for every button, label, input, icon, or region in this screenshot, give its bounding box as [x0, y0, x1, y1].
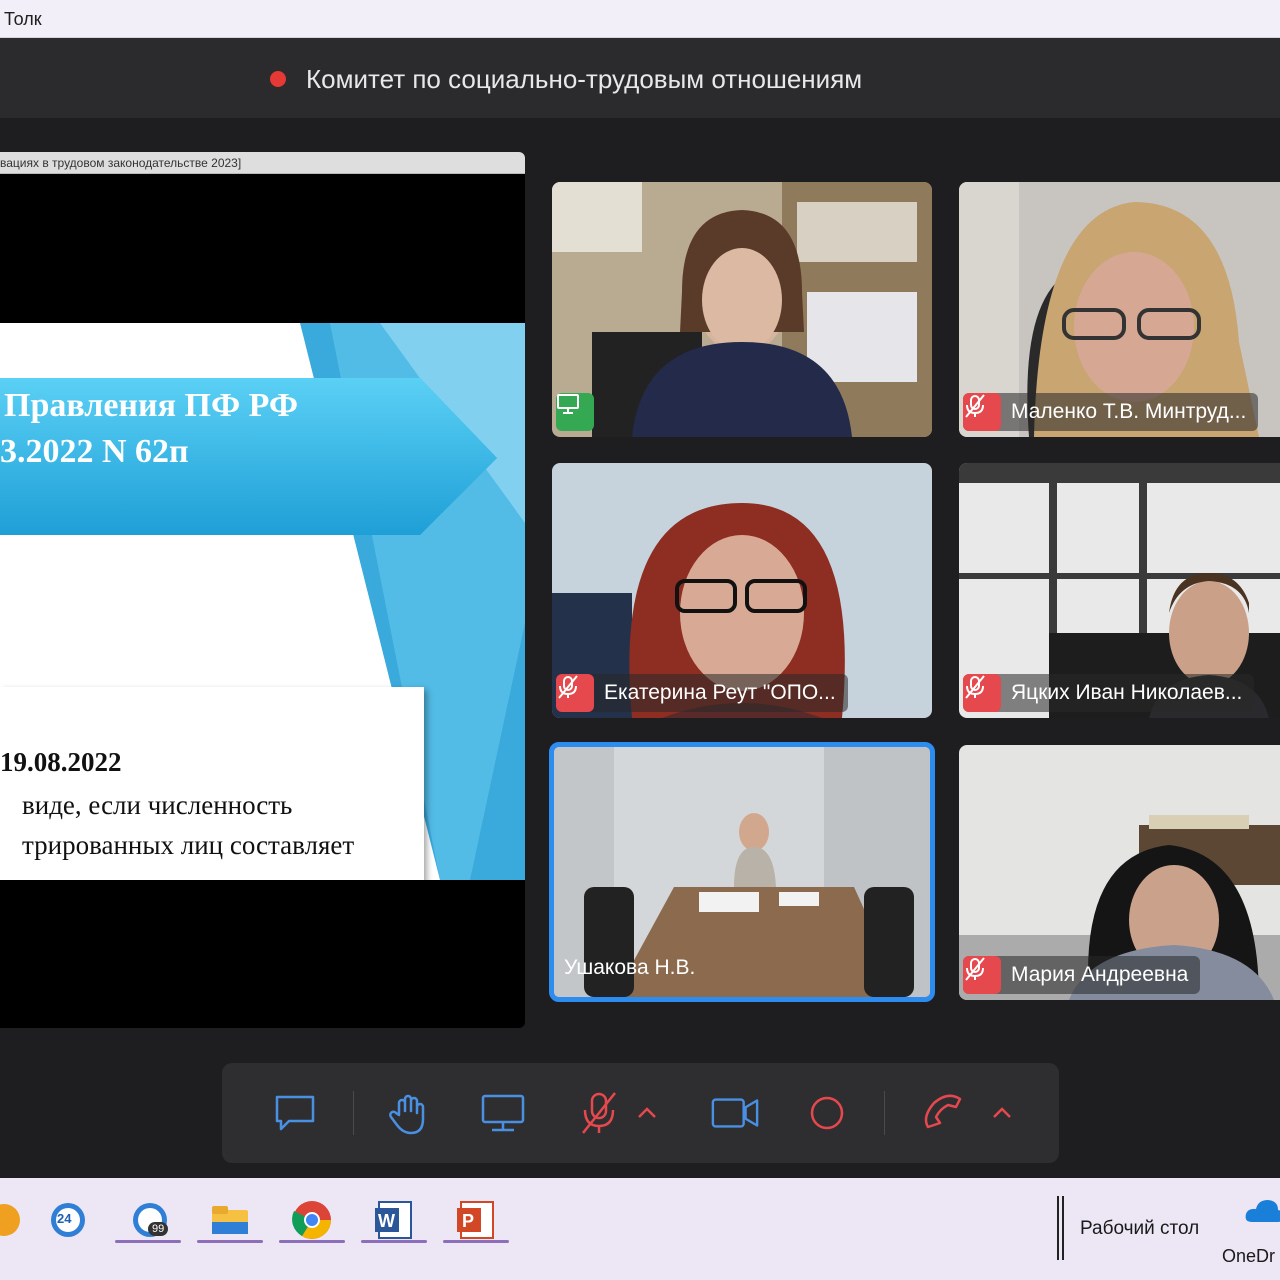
participant-name: Мария Андреевна: [1011, 963, 1189, 986]
mic-off-icon: [963, 393, 1001, 431]
slide-text-line1: 19.08.2022: [0, 747, 122, 777]
recording-indicator-icon: [270, 71, 286, 87]
presentation-slide: Правления ПФ РФ 3.2022 N 62п 19.08.2022 …: [0, 323, 525, 880]
svg-text:P: P: [462, 1211, 474, 1231]
microphone-options-button[interactable]: [632, 1088, 662, 1138]
call-toolbar: [222, 1063, 1059, 1163]
active-app-indicator: [361, 1240, 427, 1243]
slide-heading-line1: Правления ПФ РФ: [4, 387, 299, 424]
window-title: Толк: [4, 9, 42, 29]
participant-name: Яцких Иван Николаев...: [1011, 681, 1243, 704]
chevron-up-icon: [638, 1107, 656, 1118]
participant-tile-active[interactable]: Ушакова Н.В.: [549, 742, 935, 1002]
chevron-up-icon: [993, 1107, 1011, 1118]
notification-badge: 99: [148, 1222, 169, 1236]
raise-hand-button[interactable]: [384, 1088, 434, 1138]
screen-share-icon: [556, 393, 594, 431]
powerpoint-icon: P: [457, 1201, 494, 1239]
end-call-options-button[interactable]: [987, 1088, 1017, 1138]
active-app-indicator: [115, 1240, 181, 1243]
meeting-title: Комитет по социально-трудовым отношениям: [306, 64, 863, 94]
chat-button[interactable]: [270, 1088, 320, 1138]
active-app-indicator: [279, 1240, 345, 1243]
record-icon: [810, 1096, 844, 1130]
taskbar-app-24[interactable]: 24: [40, 1192, 96, 1248]
shared-window-title: вациях в трудовом законодательстве 2023]: [0, 156, 242, 170]
onedrive-icon[interactable]: [1244, 1196, 1280, 1231]
shared-screen[interactable]: вациях в трудовом законодательстве 2023]…: [0, 152, 525, 1028]
camera-button[interactable]: [710, 1088, 760, 1138]
desktop-toolbar-label[interactable]: Рабочий стол: [1080, 1218, 1199, 1240]
mic-off-icon: [963, 674, 1001, 712]
screen-share-icon: [481, 1094, 525, 1132]
raise-hand-icon: [389, 1094, 425, 1135]
participant-tile[interactable]: [552, 182, 932, 437]
active-app-indicator: [197, 1240, 263, 1243]
onedrive-label[interactable]: OneDr: [1222, 1246, 1275, 1267]
badge-24: 24: [57, 1211, 72, 1226]
folder-icon: [212, 1206, 248, 1234]
microphone-button[interactable]: [574, 1088, 624, 1138]
slide-text-line2: виде, если численность: [22, 790, 293, 820]
shared-window-titlebar: вациях в трудовом законодательстве 2023]: [0, 152, 525, 174]
mic-off-icon: [963, 956, 1001, 994]
participant-name-tag: Екатерина Реут "ОПО...: [556, 674, 848, 712]
end-call-icon: [924, 1094, 962, 1129]
window-titlebar: Толк: [0, 0, 1280, 38]
participant-tile[interactable]: Мария Андреевна: [959, 745, 1280, 1000]
end-call-button[interactable]: [919, 1088, 969, 1138]
active-app-indicator: [443, 1240, 509, 1243]
chat-icon: [275, 1095, 315, 1131]
participant-tile[interactable]: Яцких Иван Николаев...: [959, 463, 1280, 718]
share-screen-button[interactable]: [478, 1088, 528, 1138]
participant-name-tag: Яцких Иван Николаев...: [963, 674, 1255, 712]
participant-video: [552, 182, 932, 437]
participant-name: Ушакова Н.В.: [564, 956, 696, 979]
taskbar-divider: [1057, 1196, 1059, 1260]
participant-name-tag: Мария Андреевна: [963, 956, 1201, 994]
record-button[interactable]: [802, 1088, 852, 1138]
slide-heading-line2: 3.2022 N 62п: [0, 433, 189, 470]
slide-text-line3: трированных лиц составляет: [22, 830, 355, 860]
participant-name-tag: Маленко Т.В. Минтруд...: [963, 393, 1259, 431]
mic-off-icon: [582, 1092, 616, 1134]
participant-tile[interactable]: Маленко Т.В. Минтруд...: [959, 182, 1280, 437]
windows-taskbar: 24 99 W P Рабочий стол OneDr: [0, 1178, 1280, 1280]
participant-name: Екатерина Реут "ОПО...: [604, 681, 836, 704]
mic-off-icon: [556, 674, 594, 712]
participant-name: Маленко Т.В. Минтруд...: [1011, 400, 1247, 423]
word-icon: W: [375, 1201, 412, 1239]
camera-icon: [711, 1098, 759, 1128]
slide-text-box: 19.08.2022 виде, если численность триров…: [0, 687, 424, 880]
app-icon: [0, 1204, 20, 1236]
participant-name-tag: [556, 393, 604, 431]
chrome-icon: [292, 1201, 331, 1239]
taskbar-app-icon[interactable]: [0, 1192, 32, 1248]
svg-text:W: W: [378, 1211, 395, 1231]
taskbar-divider: [1062, 1196, 1064, 1260]
participant-name-tag: Ушакова Н.В.: [564, 949, 707, 987]
participant-tile[interactable]: Екатерина Реут "ОПО...: [552, 463, 932, 718]
